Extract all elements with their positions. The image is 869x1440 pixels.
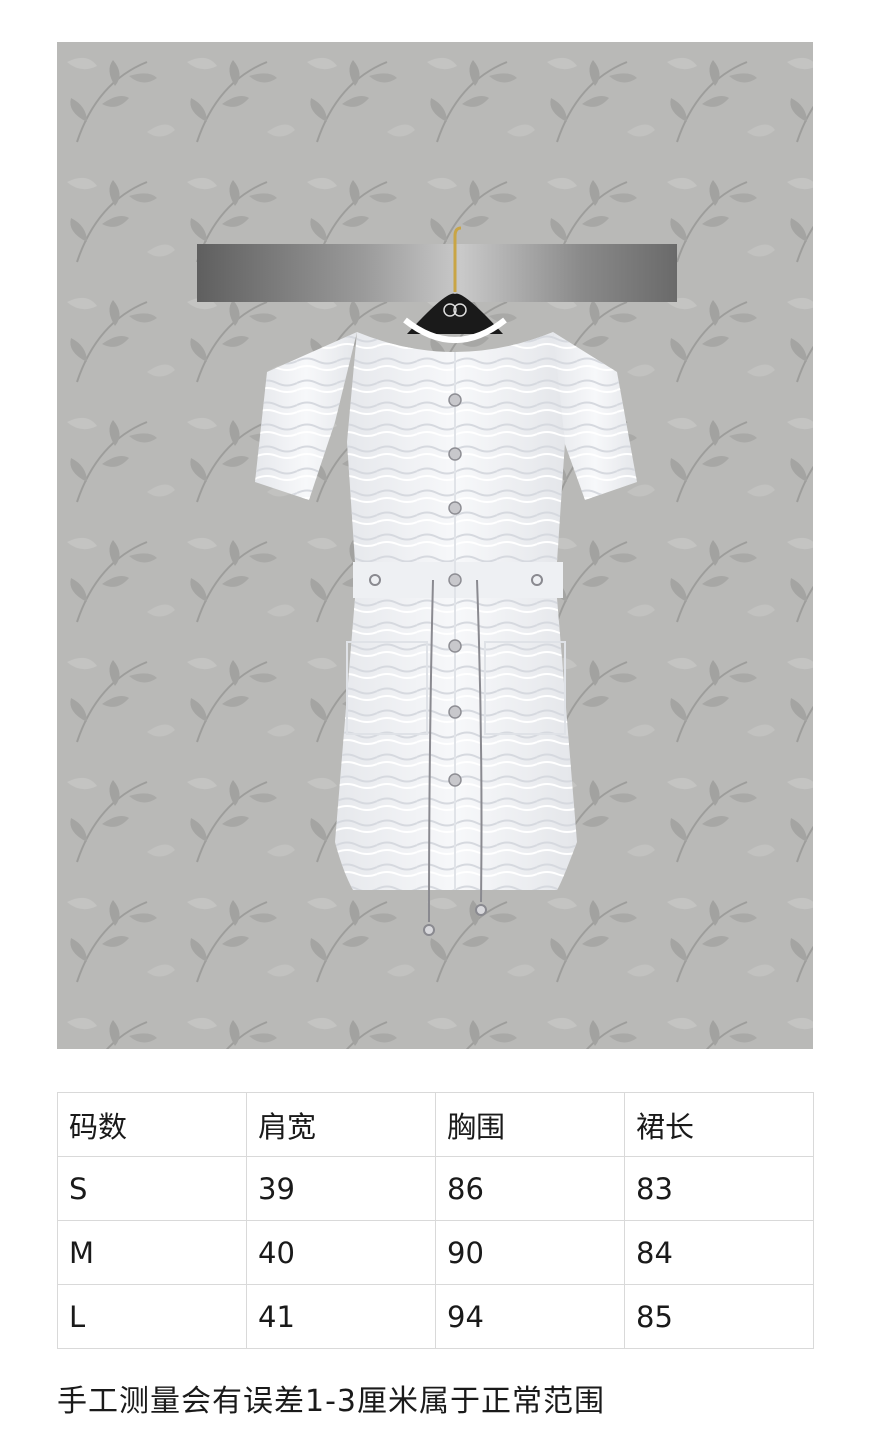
- header-size: 码数: [57, 1092, 247, 1157]
- cell-size: S: [57, 1156, 247, 1221]
- table-row: S 39 86 83: [57, 1156, 814, 1221]
- cell-shoulder: 39: [246, 1156, 436, 1221]
- cell-length: 84: [624, 1220, 814, 1285]
- cell-bust: 90: [435, 1220, 625, 1285]
- page: 码数 肩宽 胸围 裙长 S 39 86 83 M 40 90 84 L 41 9…: [0, 0, 869, 1440]
- cell-bust: 94: [435, 1284, 625, 1349]
- header-bust: 胸围: [435, 1092, 625, 1157]
- table-row: L 41 94 85: [57, 1284, 814, 1349]
- header-length: 裙长: [624, 1092, 814, 1157]
- cell-size: L: [57, 1284, 247, 1349]
- product-photo: [57, 42, 813, 1049]
- table-row: M 40 90 84: [57, 1220, 814, 1285]
- table-header-row: 码数 肩宽 胸围 裙长: [57, 1092, 814, 1157]
- cell-length: 83: [624, 1156, 814, 1221]
- cell-size: M: [57, 1220, 247, 1285]
- cell-bust: 86: [435, 1156, 625, 1221]
- cell-shoulder: 40: [246, 1220, 436, 1285]
- header-shoulder: 肩宽: [246, 1092, 436, 1157]
- cell-length: 85: [624, 1284, 814, 1349]
- cell-shoulder: 41: [246, 1284, 436, 1349]
- measurement-note: 手工测量会有误差1-3厘米属于正常范围: [57, 1384, 605, 1419]
- size-chart-table: 码数 肩宽 胸围 裙长 S 39 86 83 M 40 90 84 L 41 9…: [57, 1092, 814, 1349]
- hanging-rail: [197, 244, 677, 302]
